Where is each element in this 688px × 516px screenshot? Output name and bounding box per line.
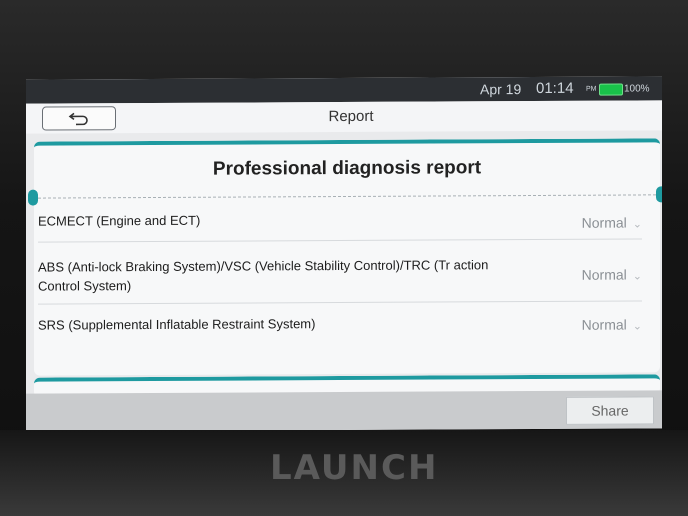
device-frame: Apr 19 01:14 PM 100% Report Professional…: [0, 0, 688, 516]
status-text: Normal: [581, 316, 627, 333]
row-status: Normal ⌄: [581, 266, 642, 283]
chevron-down-icon: ⌄: [632, 218, 642, 231]
report-title: Professional diagnosis report: [212, 157, 482, 180]
card-notch-left: [28, 189, 38, 206]
title-bar: Report: [26, 100, 662, 134]
report-row[interactable]: ABS (Anti-lock Braking System)/VSC (Vehi…: [38, 240, 642, 305]
battery-percent: 100%: [624, 83, 650, 95]
status-bar: Apr 19 01:14 PM 100%: [26, 76, 662, 104]
chevron-down-icon: ⌄: [632, 270, 642, 283]
row-status: Normal ⌄: [581, 214, 642, 231]
status-time: 01:14: [536, 79, 574, 97]
report-row[interactable]: SRS (Supplemental Inflatable Restraint S…: [38, 302, 642, 349]
bottom-bar: Share: [26, 390, 662, 432]
battery-icon: [599, 83, 623, 96]
brand-logo: LAUNCH: [270, 448, 439, 488]
status-text: Normal: [581, 266, 627, 283]
row-label: SRS (Supplemental Inflatable Restraint S…: [38, 316, 316, 333]
row-status: Normal ⌄: [581, 316, 642, 333]
share-button[interactable]: Share: [566, 396, 654, 425]
status-ampm: PM: [586, 85, 597, 93]
status-date: Apr 19: [480, 81, 522, 98]
screen: Apr 19 01:14 PM 100% Report Professional…: [26, 76, 662, 432]
divider: [38, 194, 656, 199]
status-text: Normal: [581, 214, 627, 231]
report-card: Professional diagnosis report ECMECT (En…: [28, 138, 662, 376]
page-title: Report: [328, 107, 374, 126]
row-label: ECMECT (Engine and ECT): [38, 212, 201, 229]
chevron-down-icon: ⌄: [632, 320, 642, 333]
device-bezel-bottom: LAUNCH: [0, 430, 688, 516]
card-notch-right: [656, 186, 662, 203]
row-label: ABS (Anti-lock Braking System)/VSC (Vehi…: [38, 257, 489, 294]
report-row[interactable]: ECMECT (Engine and ECT) Normal ⌄: [38, 204, 642, 243]
